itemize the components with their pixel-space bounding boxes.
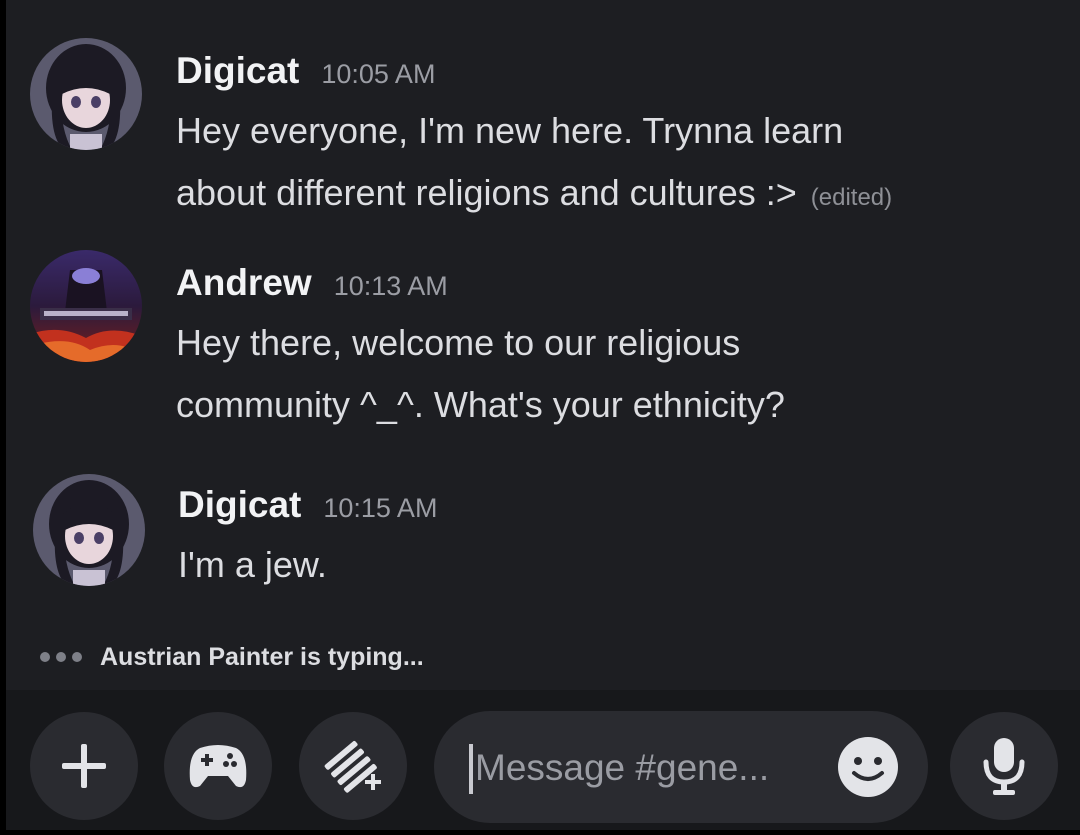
message-text: Hey everyone, I'm new here. Trynna learn [176, 110, 844, 151]
voice-message-button[interactable] [950, 712, 1058, 820]
message-text-line: about different religions and cultures :… [176, 172, 892, 214]
plus-icon [62, 744, 106, 788]
username[interactable]: Digicat [176, 50, 299, 91]
username[interactable]: Andrew [176, 262, 312, 303]
gamepad-icon [189, 745, 247, 788]
anime-girl-avatar-icon [33, 474, 145, 586]
composer-bar: Message #gene... [6, 690, 1080, 830]
typing-dot-icon [40, 652, 50, 662]
avatar[interactable] [30, 38, 142, 150]
anime-girl-avatar-icon [30, 38, 142, 150]
message-header: Digicat 10:15 AM [178, 484, 437, 526]
avatar[interactable] [33, 474, 145, 586]
timestamp: 10:13 AM [333, 271, 448, 301]
typing-dot-icon [56, 652, 66, 662]
message-text: I'm a jew. [178, 544, 327, 585]
typing-dot-icon [72, 652, 82, 662]
activities-button[interactable] [164, 712, 272, 820]
chat-screen: Digicat 10:05 AM Hey everyone, I'm new he… [6, 0, 1080, 830]
timestamp: 10:05 AM [321, 59, 436, 89]
message-placeholder: Message #gene... [475, 747, 770, 788]
game-art-avatar-icon [30, 250, 142, 362]
timestamp: 10:15 AM [323, 493, 438, 523]
typing-indicator: Austrian Painter is typing... [40, 640, 424, 674]
message-text: about different religions and cultures :… [176, 172, 797, 213]
text-caret [469, 744, 473, 794]
avatar[interactable] [30, 250, 142, 362]
message-header: Andrew 10:13 AM [176, 262, 448, 304]
message-text: Hey there, welcome to our religious [176, 322, 741, 363]
emoji-icon[interactable] [836, 735, 900, 799]
username[interactable]: Digicat [178, 484, 301, 525]
message-header: Digicat 10:05 AM [176, 50, 435, 92]
edited-label: (edited) [810, 184, 893, 211]
message-input[interactable]: Message #gene... [434, 711, 928, 823]
apps-icon [324, 740, 381, 793]
message-text: community ^_^. What's your ethnicity? [176, 384, 785, 425]
apps-button[interactable] [299, 712, 407, 820]
add-button[interactable] [30, 712, 138, 820]
typing-text: Austrian Painter is typing... [100, 642, 424, 671]
microphone-icon [983, 738, 1025, 795]
